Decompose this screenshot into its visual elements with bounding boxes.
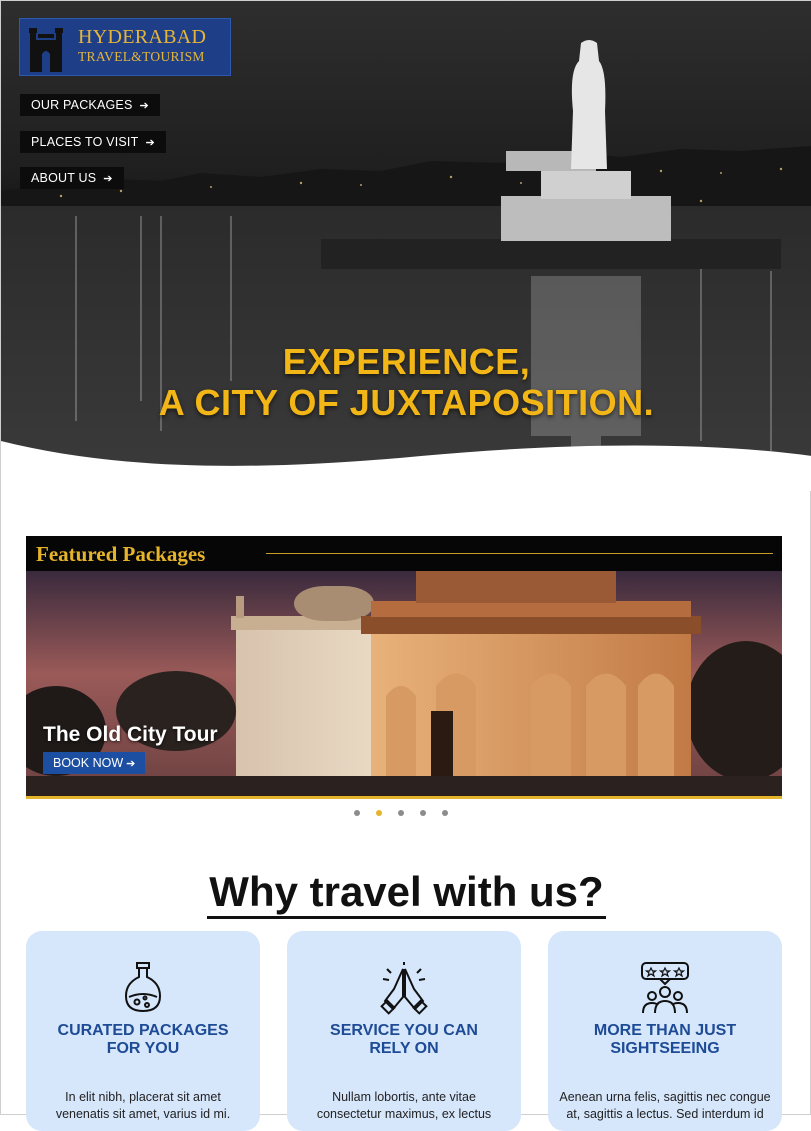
card-text: In elit nibh, placerat sit amet venenati… [26, 1089, 260, 1123]
carousel-dot[interactable] [442, 810, 448, 816]
featured-packages-section: Featured Packages The Old City Tour BOOK… [26, 536, 782, 799]
charminar-icon [29, 28, 63, 72]
slide-accent-border [26, 796, 782, 799]
book-now-button[interactable]: BOOK NOW ➔ [43, 752, 146, 774]
carousel-slide[interactable]: The Old City Tour BOOK NOW ➔ [26, 571, 782, 799]
hero-section: HYDERABAD TRAVEL&TOURISM OUR PACKAGES ➔ P… [1, 1, 811, 491]
why-heading: Why travel with us? [1, 867, 811, 919]
card-text-line1: In elit nibh, placerat sit amet [65, 1090, 221, 1104]
card-title: MORE THAN JUST SIGHTSEEING [558, 1022, 772, 1058]
card-title-line2: RELY ON [369, 1040, 439, 1057]
nav-label: ABOUT US [31, 171, 97, 185]
feature-card-sightseeing: MORE THAN JUST SIGHTSEEING Aenean urna f… [548, 931, 782, 1131]
site-logo[interactable]: HYDERABAD TRAVEL&TOURISM [19, 18, 231, 76]
card-text-line1: Nullam lobortis, ante vitae [332, 1090, 476, 1104]
card-text: Aenean urna felis, sagittis nec congue a… [548, 1089, 782, 1123]
card-text: Nullam lobortis, ante vitae consectetur … [287, 1089, 521, 1123]
carousel-dots [354, 810, 448, 816]
logo-line1: HYDERABAD [78, 26, 207, 48]
card-title-line1: CURATED PACKAGES [57, 1022, 229, 1039]
arrow-right-icon: ➔ [126, 758, 136, 770]
potion-flask-icon [124, 962, 162, 1013]
arrow-right-icon: ➔ [145, 137, 155, 149]
arrow-right-icon: ➔ [103, 173, 113, 185]
logo-text: HYDERABAD TRAVEL&TOURISM [78, 27, 206, 64]
carousel-dot[interactable] [420, 810, 426, 816]
nav-places-to-visit-button[interactable]: PLACES TO VISIT ➔ [20, 131, 166, 153]
arrow-right-icon: ➔ [139, 100, 149, 112]
hero-title: EXPERIENCE, A CITY OF JUXTAPOSITION. [1, 341, 811, 423]
hero-title-line2: A CITY OF JUXTAPOSITION. [158, 382, 655, 423]
nav-label: OUR PACKAGES [31, 98, 133, 112]
slide-title: The Old City Tour [43, 723, 218, 746]
card-title: CURATED PACKAGES FOR YOU [36, 1022, 250, 1058]
card-title-line1: SERVICE YOU CAN [330, 1022, 478, 1039]
logo-line2: TRAVEL&TOURISM [78, 49, 205, 64]
card-title-line2: SIGHTSEEING [610, 1040, 720, 1057]
card-text-line1: Aenean urna felis, sagittis nec congue [559, 1090, 771, 1104]
carousel-dot[interactable] [398, 810, 404, 816]
namaste-hands-icon [380, 962, 428, 1015]
featured-header: Featured Packages [26, 536, 782, 571]
feature-card-curated: CURATED PACKAGES FOR YOU In elit nibh, p… [26, 931, 260, 1131]
card-title-line1: MORE THAN JUST [593, 1022, 737, 1039]
card-title-line2: FOR YOU [106, 1040, 180, 1057]
why-heading-text: Why travel with us? [207, 868, 606, 919]
nav-our-packages-button[interactable]: OUR PACKAGES ➔ [20, 94, 160, 116]
hero-title-line1: EXPERIENCE, [282, 341, 531, 382]
nav-label: PLACES TO VISIT [31, 135, 139, 149]
featured-heading: Featured Packages [36, 542, 206, 566]
carousel-dot-active[interactable] [376, 810, 382, 816]
book-now-label: BOOK NOW [53, 756, 124, 770]
feature-card-service: SERVICE YOU CAN RELY ON Nullam lobortis,… [287, 931, 521, 1131]
header-divider [266, 553, 773, 554]
carousel-dot[interactable] [354, 810, 360, 816]
card-title: SERVICE YOU CAN RELY ON [297, 1022, 511, 1058]
nav-about-us-button[interactable]: ABOUT US ➔ [20, 167, 124, 189]
group-reviews-icon [641, 962, 689, 1014]
